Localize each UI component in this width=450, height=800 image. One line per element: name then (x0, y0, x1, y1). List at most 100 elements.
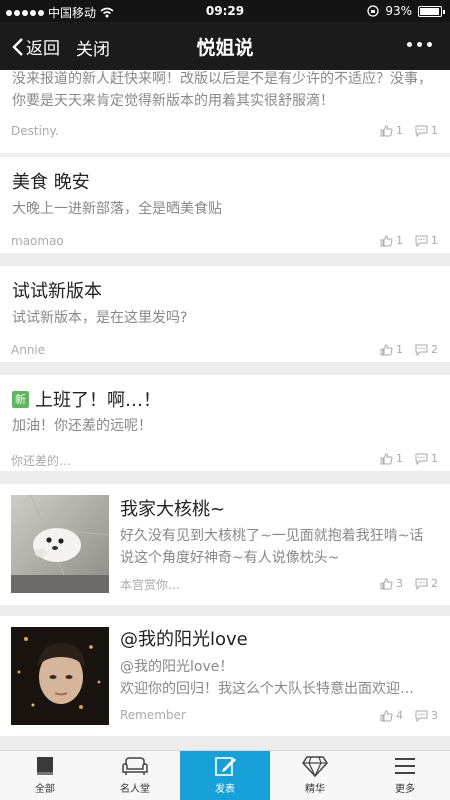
post-title: 我家大核桃~ (120, 499, 226, 520)
comment-count: 2 (431, 577, 438, 590)
post-stats: 1 1 (380, 234, 438, 247)
battery-icon (418, 5, 445, 17)
tab-bar: 全部 名人堂 发表 精华 更多 (0, 750, 450, 800)
post-stats: 4 3 (380, 709, 438, 722)
like-count: 3 (396, 577, 403, 590)
post-author[interactable]: Destiny. (11, 124, 59, 138)
thumbs-up-icon (380, 343, 393, 355)
thumbs-up-icon (380, 124, 393, 136)
post-author[interactable]: Remember (120, 708, 186, 722)
close-button[interactable]: 关闭 (76, 35, 110, 60)
comment-stat[interactable]: 2 (415, 343, 438, 356)
tab-hall-of-fame[interactable]: 名人堂 (90, 751, 180, 800)
thumbs-up-icon (380, 577, 393, 589)
chevron-left-icon (12, 37, 23, 56)
thumbs-up-icon (380, 234, 393, 246)
back-label: 返回 (26, 39, 60, 59)
comment-count: 1 (431, 452, 438, 465)
tab-featured[interactable]: 精华 (270, 751, 360, 800)
like-count: 1 (396, 124, 403, 137)
comment-icon (415, 235, 428, 247)
post-title: 美食 晚安 (12, 172, 90, 193)
post-stats: 1 1 (380, 452, 438, 465)
post-thumbnail[interactable] (11, 627, 109, 725)
post-body: 试试新版本，是在这里发吗? (12, 310, 188, 326)
tab-more[interactable]: 更多 (360, 751, 450, 800)
post-title: @我的阳光love (120, 629, 248, 650)
post-thumbnail[interactable] (11, 495, 109, 593)
status-right: 93% (367, 4, 445, 18)
post-stats: 3 2 (380, 577, 438, 590)
page-title: 悦姐说 (196, 37, 254, 59)
tab-publish[interactable]: 发表 (180, 751, 270, 800)
comment-count: 1 (431, 234, 438, 247)
comment-icon (415, 710, 428, 722)
post-card[interactable]: 我家大核桃~ 好久没有见到大核桃了~一见面就抱着我狂啃~话说这个角度好神奇~有人… (0, 484, 450, 605)
comment-count: 1 (431, 124, 438, 137)
post-card[interactable]: @我的阳光love @我的阳光love！ 欢迎你的回归！我这么个大队长特意出面欢… (0, 616, 450, 736)
comment-stat[interactable]: 2 (415, 577, 438, 590)
post-title: 上班了！啊…！ (35, 390, 161, 411)
menu-icon (395, 758, 415, 774)
post-title-row: 新 上班了！啊…！ (12, 386, 161, 412)
more-icon[interactable] (407, 42, 432, 47)
post-author[interactable]: Annie (11, 343, 45, 357)
post-body: 大晚上一进新部落，全是晒美食贴 (12, 201, 222, 217)
like-count: 1 (396, 234, 403, 247)
post-body-line1: @我的阳光love！ (120, 659, 234, 675)
comment-stat[interactable]: 1 (415, 452, 438, 465)
book-icon (37, 757, 53, 775)
comment-icon (415, 125, 428, 137)
tab-all[interactable]: 全部 (0, 751, 90, 800)
post-author[interactable]: 你还差的… (11, 452, 71, 469)
like-stat[interactable]: 4 (380, 709, 403, 722)
battery-percent: 93% (385, 4, 412, 18)
post-card[interactable]: 新 上班了！啊…！ 加油！你还差的远呢！ 你还差的… 1 1 (0, 375, 450, 471)
like-stat[interactable]: 1 (380, 124, 403, 137)
like-count: 1 (396, 343, 403, 356)
tab-label: 精华 (305, 784, 325, 795)
nav-bar: 返回 关闭 悦姐说 (0, 22, 450, 70)
comment-count: 3 (431, 709, 438, 722)
post-card[interactable]: 没来报道的新人赶快来啊！改版以后是不是有少许的不适应？没事，你要是天天来肯定觉得… (0, 70, 450, 153)
thumbs-up-icon (380, 709, 393, 721)
post-stats: 1 1 (380, 124, 438, 137)
post-title: 试试新版本 (12, 281, 102, 302)
rotation-lock-icon (367, 5, 379, 17)
comment-stat[interactable]: 1 (415, 234, 438, 247)
dog-photo-icon (11, 495, 109, 593)
battery-fill (420, 7, 439, 15)
like-stat[interactable]: 1 (380, 452, 403, 465)
tab-label: 更多 (395, 784, 415, 795)
like-stat[interactable]: 3 (380, 577, 403, 590)
back-button[interactable]: 返回 (12, 34, 60, 59)
new-badge: 新 (12, 390, 29, 408)
post-body: 好久没有见到大核桃了~一见面就抱着我狂啃~话说这个角度好神奇~有人说像枕头~ (120, 528, 424, 566)
post-body-line2: 欢迎你的回归！我这么个大队长特意出面欢迎… (120, 681, 414, 697)
thumbs-up-icon (380, 452, 393, 464)
like-stat[interactable]: 1 (380, 234, 403, 247)
post-card[interactable]: 试试新版本 试试新版本，是在这里发吗? Annie 1 2 (0, 266, 450, 362)
portrait-photo-icon (11, 627, 109, 725)
like-count: 4 (396, 709, 403, 722)
sofa-icon (122, 757, 148, 775)
diamond-icon (302, 756, 328, 777)
comment-icon (415, 344, 428, 356)
edit-icon (215, 757, 236, 776)
post-author[interactable]: 本宫赏你… (120, 576, 180, 593)
tab-label: 名人堂 (120, 784, 150, 795)
comment-count: 2 (431, 343, 438, 356)
post-stats: 1 2 (380, 343, 438, 356)
comment-stat[interactable]: 3 (415, 709, 438, 722)
like-stat[interactable]: 1 (380, 343, 403, 356)
comment-icon (415, 578, 428, 590)
post-body: 加油！你还差的远呢！ (12, 418, 152, 434)
status-bar: 中国移动 09:29 93% (0, 0, 450, 22)
post-author[interactable]: maomao (11, 234, 64, 248)
post-body: 没来报道的新人赶快来啊！改版以后是不是有少许的不适应？没事，你要是天天来肯定觉得… (12, 71, 432, 109)
post-card[interactable]: 美食 晚安 大晚上一进新部落，全是晒美食贴 maomao 1 1 (0, 157, 450, 253)
like-count: 1 (396, 452, 403, 465)
post-feed[interactable]: 没来报道的新人赶快来啊！改版以后是不是有少许的不适应？没事，你要是天天来肯定觉得… (0, 70, 450, 750)
comment-icon (415, 453, 428, 465)
comment-stat[interactable]: 1 (415, 124, 438, 137)
